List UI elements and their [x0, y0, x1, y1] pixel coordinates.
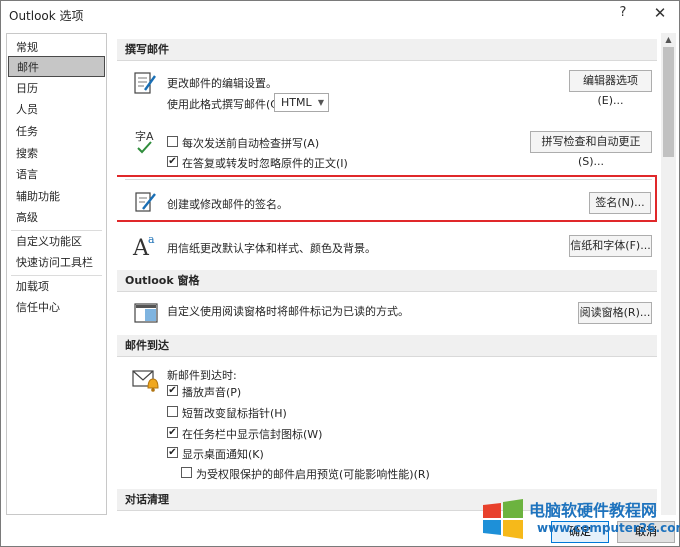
- help-button[interactable]: ?: [613, 5, 633, 23]
- spelling-icon: 字A: [135, 129, 154, 154]
- signature-text: 创建或修改邮件的签名。: [167, 198, 288, 211]
- nav-item-quick-access-toolbar[interactable]: 快速访问工具栏: [8, 252, 105, 273]
- stationery-fonts-button[interactable]: 信纸和字体(F)...: [569, 235, 652, 257]
- nav-item-calendar[interactable]: 日历: [8, 78, 105, 99]
- section-header-compose: 撰写邮件: [117, 39, 657, 61]
- spell-check-checkbox[interactable]: [167, 136, 178, 147]
- spell-check-label: 每次发送前自动检查拼写(A): [182, 137, 320, 150]
- stationery-text: 用信纸更改默认字体和样式、颜色及背景。: [167, 242, 376, 255]
- taskbar-envelope-checkbox[interactable]: ✔: [167, 427, 178, 438]
- close-button[interactable]: ✕: [649, 4, 671, 24]
- nav-item-add-ins[interactable]: 加载项: [8, 276, 105, 297]
- play-sound-checkbox[interactable]: ✔: [167, 385, 178, 396]
- windows-logo-icon: [483, 499, 523, 539]
- watermark-title: 电脑软硬件教程网: [529, 501, 658, 520]
- watermark-url: www.computer26.com: [537, 521, 680, 535]
- rights-preview-checkbox[interactable]: [181, 467, 192, 478]
- svg-text:a: a: [148, 233, 155, 246]
- nav-item-accessibility[interactable]: 辅助功能: [8, 186, 105, 207]
- edit-document-icon: [134, 72, 156, 94]
- stationery-fonts-icon: A a: [132, 233, 155, 259]
- reading-pane-text: 自定义使用阅读窗格时将邮件标记为已读的方式。: [167, 305, 409, 318]
- compose-format-select[interactable]: HTML ▼: [274, 93, 329, 112]
- outlook-options-window: Outlook 选项 ? ✕ 常规 邮件 日历 人员 任务 搜索 语言 辅助功能…: [0, 0, 680, 547]
- taskbar-envelope-label: 在任务栏中显示信封图标(W): [182, 428, 323, 441]
- nav-item-language[interactable]: 语言: [8, 164, 105, 185]
- nav-item-customize-ribbon[interactable]: 自定义功能区: [8, 231, 105, 252]
- chevron-down-icon: ▼: [317, 98, 324, 107]
- signature-button[interactable]: 签名(N)...: [589, 192, 651, 214]
- category-nav: 常规 邮件 日历 人员 任务 搜索 语言 辅助功能 高级 自定义功能区 快速访问…: [6, 33, 107, 515]
- nav-item-advanced[interactable]: 高级: [8, 207, 105, 228]
- compose-format-value: HTML: [281, 96, 312, 109]
- desktop-alert-checkbox[interactable]: ✔: [167, 447, 178, 458]
- editing-settings-text: 更改邮件的编辑设置。: [167, 77, 277, 90]
- change-pointer-label: 短暂改变鼠标指针(H): [182, 407, 287, 420]
- nav-item-trust-center[interactable]: 信任中心: [8, 297, 105, 318]
- nav-item-people[interactable]: 人员: [8, 99, 105, 120]
- signature-pen-icon: [135, 192, 156, 212]
- scroll-up-icon[interactable]: ▲: [663, 35, 674, 45]
- content-scrollbar[interactable]: ▲: [661, 33, 676, 515]
- options-content: 撰写邮件 更改邮件的编辑设置。 编辑器选项(E)... 使用此格式撰写邮件(C)…: [117, 33, 657, 515]
- compose-format-label: 使用此格式撰写邮件(C):: [167, 98, 286, 111]
- desktop-alert-label: 显示桌面通知(K): [182, 448, 264, 461]
- section-header-message-arrival: 邮件到达: [117, 335, 657, 357]
- when-new-messages-arrive-label: 新邮件到达时:: [167, 369, 237, 382]
- ignore-original-label: 在答复或转发时忽略原件的正文(I): [182, 157, 348, 170]
- mail-bell-icon: [132, 370, 159, 392]
- reading-pane-button[interactable]: 阅读窗格(R)...: [578, 302, 652, 324]
- nav-item-mail[interactable]: 邮件: [8, 56, 105, 77]
- play-sound-label: 播放声音(P): [182, 386, 242, 399]
- section-header-outlook-panes: Outlook 窗格: [117, 270, 657, 292]
- scroll-thumb[interactable]: [663, 47, 674, 157]
- nav-item-search[interactable]: 搜索: [8, 143, 105, 164]
- rights-preview-label: 为受权限保护的邮件启用预览(可能影响性能)(R): [196, 468, 430, 481]
- site-watermark: 电脑软硬件教程网 www.computer26.com: [479, 495, 680, 543]
- reading-pane-icon: [134, 303, 158, 323]
- nav-item-general[interactable]: 常规: [8, 37, 105, 58]
- editor-options-button[interactable]: 编辑器选项(E)...: [569, 70, 652, 107]
- title-bar: Outlook 选项 ? ✕: [1, 1, 679, 27]
- svg-text:字A: 字A: [135, 129, 154, 143]
- nav-item-tasks[interactable]: 任务: [8, 121, 105, 142]
- ignore-original-checkbox[interactable]: ✔: [167, 156, 178, 167]
- window-title: Outlook 选项: [9, 9, 84, 23]
- change-pointer-checkbox[interactable]: [167, 406, 178, 417]
- spelling-autocorrect-button[interactable]: 拼写检查和自动更正(S)...: [530, 131, 652, 168]
